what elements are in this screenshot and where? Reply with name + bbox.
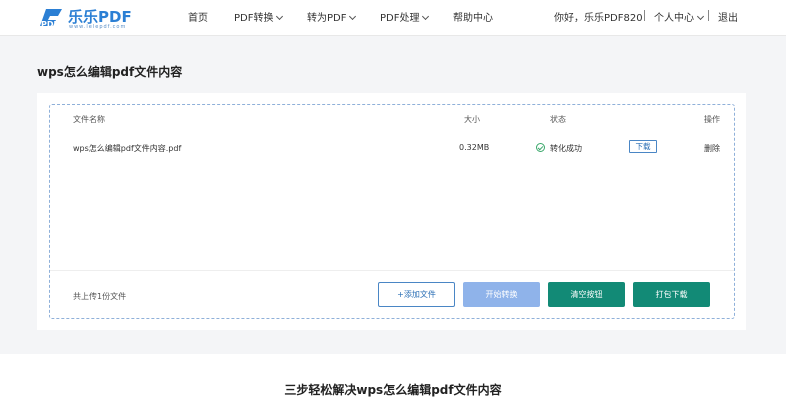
chevron-down-icon: [276, 12, 284, 21]
col-status: 状态: [550, 115, 566, 124]
nav-home-label: 首页: [188, 13, 208, 24]
upload-count: 共上传1份文件: [73, 292, 127, 301]
pack-download-button[interactable]: 打包下载: [633, 282, 710, 307]
logo[interactable]: PDF 乐乐PDF www.lelepdf.com: [36, 5, 136, 31]
divider: [644, 10, 645, 21]
logo-mark-icon: PDF: [40, 9, 62, 29]
chevron-down-icon: [349, 12, 357, 21]
file-size: 0.32MB: [459, 143, 490, 152]
nav-home[interactable]: 首页: [188, 9, 208, 24]
logout-link[interactable]: 退出: [718, 9, 738, 24]
start-convert-button[interactable]: 开始转换: [463, 282, 540, 307]
download-button[interactable]: 下载: [629, 140, 657, 153]
nav-pdf-convert[interactable]: PDF转换: [234, 9, 284, 24]
chevron-down-icon: [422, 12, 430, 21]
delete-link[interactable]: 删除: [704, 143, 720, 154]
divider: [50, 270, 734, 271]
file-name: wps怎么编辑pdf文件内容.pdf: [73, 144, 182, 153]
file-status: 转化成功: [550, 144, 582, 153]
nav-help[interactable]: 帮助中心: [453, 9, 493, 24]
logo-domain: www.lelepdf.com: [69, 24, 127, 30]
nav-pdf-convert-label: PDF转换: [234, 13, 274, 24]
col-size: 大小: [464, 115, 480, 124]
nav-pdf-process-label: PDF处理: [380, 13, 420, 24]
steps-section: 三步轻松解决wps怎么编辑pdf文件内容: [0, 354, 786, 400]
check-circle-icon: [536, 143, 545, 152]
divider: [708, 10, 709, 21]
section-title: 三步轻松解决wps怎么编辑pdf文件内容: [284, 383, 502, 397]
clear-button[interactable]: 清空按钮: [548, 282, 625, 307]
file-panel: 文件名称 大小 状态 操作 wps怎么编辑pdf文件内容.pdf 0.32MB …: [49, 104, 735, 319]
nav-help-label: 帮助中心: [453, 13, 493, 24]
user-center-link[interactable]: 个人中心: [654, 9, 705, 24]
chevron-down-icon: [696, 12, 705, 21]
add-file-button[interactable]: +添加文件: [378, 282, 455, 307]
nav-to-pdf-label: 转为PDF: [307, 13, 347, 24]
table-row: wps怎么编辑pdf文件内容.pdf 0.32MB 转化成功 下载 删除: [50, 137, 734, 159]
table-header: 文件名称 大小 状态 操作: [50, 105, 734, 133]
user-greeting[interactable]: 你好，乐乐PDF820: [554, 9, 643, 24]
svg-text:PDF: PDF: [41, 20, 59, 29]
user-center-label: 个人中心: [654, 13, 694, 24]
nav-to-pdf[interactable]: 转为PDF: [307, 9, 357, 24]
col-action: 操作: [704, 115, 720, 124]
page-title: wps怎么编辑pdf文件内容: [37, 65, 183, 79]
top-header: PDF 乐乐PDF www.lelepdf.com 首页 PDF转换 转为PDF…: [0, 0, 786, 36]
col-file-name: 文件名称: [73, 115, 105, 124]
nav-pdf-process[interactable]: PDF处理: [380, 9, 430, 24]
